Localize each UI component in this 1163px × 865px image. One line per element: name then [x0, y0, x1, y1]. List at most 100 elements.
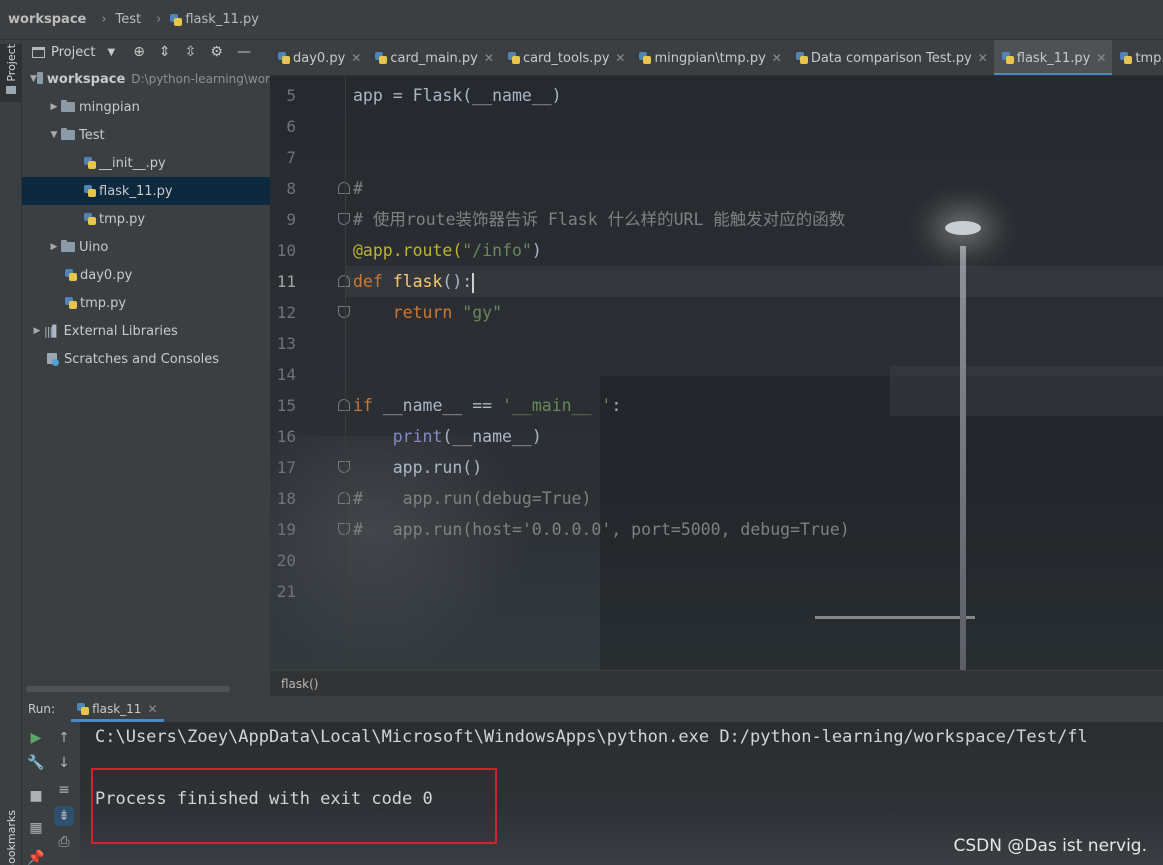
- minimize-icon[interactable]: —: [237, 44, 251, 60]
- print-icon[interactable]: ⎙: [54, 832, 74, 852]
- locate-icon[interactable]: ⊕: [133, 44, 145, 60]
- python-file-icon: [1120, 52, 1133, 64]
- tab-label: card_main.py: [390, 50, 478, 66]
- line-number: 16: [276, 427, 296, 446]
- collapse-all-icon[interactable]: ⇳: [185, 44, 197, 60]
- chevron-right-icon[interactable]: ▶: [30, 326, 44, 336]
- code-line-19[interactable]: # app.run(host='0.0.0.0', port=5000, deb…: [353, 514, 1163, 545]
- fold-marker-icon[interactable]: [338, 182, 350, 194]
- bookmarks-tool-label: Bookmarks: [4, 810, 18, 865]
- close-icon[interactable]: ✕: [484, 51, 494, 65]
- pin-icon[interactable]: 📌: [26, 848, 46, 865]
- tree-item-test[interactable]: ▼ Test: [22, 121, 270, 149]
- fold-marker-icon[interactable]: [338, 461, 350, 473]
- code-line-16[interactable]: print(__name__): [353, 421, 1163, 452]
- tree-item-day0[interactable]: day0.py: [22, 261, 270, 289]
- chevron-down-icon[interactable]: ▼: [47, 130, 61, 140]
- tab-day0[interactable]: day0.py ✕: [270, 40, 367, 75]
- tab-mingpian-tmp[interactable]: mingpian\tmp.py ✕: [631, 40, 787, 75]
- python-file-icon: [77, 703, 90, 715]
- tree-item-workspace[interactable]: ▼ workspace D:\python-learning\wor: [22, 65, 270, 93]
- fold-marker-icon[interactable]: [338, 306, 350, 318]
- expand-all-icon[interactable]: ⇕: [159, 44, 171, 60]
- code-builtin: print: [392, 427, 443, 446]
- tab-tmp[interactable]: tmp.py ✕: [1112, 40, 1163, 75]
- project-view-icon: [32, 46, 45, 58]
- tab-label: mingpian\tmp.py: [654, 50, 766, 66]
- rerun-icon[interactable]: ▶: [26, 728, 46, 748]
- close-icon[interactable]: ✕: [147, 702, 157, 716]
- soft-wrap-icon[interactable]: ≡: [54, 780, 74, 800]
- fold-marker-icon[interactable]: [338, 523, 350, 535]
- breadcrumb-workspace[interactable]: workspace: [0, 12, 86, 27]
- tree-item-flask-11[interactable]: flask_11.py: [22, 177, 270, 205]
- tab-card-main[interactable]: card_main.py ✕: [367, 40, 500, 75]
- bookmarks-tool-button[interactable]: Bookmarks: [0, 810, 22, 865]
- tree-item-mingpian[interactable]: ▶ mingpian: [22, 93, 270, 121]
- code-editor[interactable]: 5 6 7 8 9 10 11 12 13 14 15 16 17 18 19 …: [270, 76, 1163, 670]
- code-line-12[interactable]: return "gy": [353, 297, 1163, 328]
- project-panel-title[interactable]: Project: [51, 45, 95, 60]
- breadcrumb-file[interactable]: flask_11.py: [170, 12, 259, 27]
- arrow-up-icon[interactable]: ↑: [54, 728, 74, 748]
- fold-marker-icon[interactable]: [338, 399, 350, 411]
- code-line-9[interactable]: # 使用route装饰器告诉 Flask 什么样的URL 能触发对应的函数: [353, 204, 1163, 235]
- line-number: 14: [276, 365, 296, 384]
- wrench-icon[interactable]: 🔧: [26, 753, 46, 773]
- fold-marker-icon[interactable]: [338, 492, 350, 504]
- close-icon[interactable]: ✕: [978, 51, 988, 65]
- chevron-down-icon[interactable]: ▼: [107, 47, 115, 58]
- close-icon[interactable]: ✕: [772, 51, 782, 65]
- code-line-5[interactable]: app = Flask(__name__): [353, 80, 1163, 111]
- folder-icon: [6, 85, 16, 94]
- tab-label: card_tools.py: [522, 50, 610, 66]
- scroll-to-end-icon[interactable]: ⇟: [54, 806, 74, 826]
- breadcrumb-test[interactable]: Test: [116, 12, 142, 27]
- project-tool-button[interactable]: Project: [0, 44, 22, 102]
- chevron-down-icon[interactable]: ▼: [30, 74, 37, 84]
- close-icon[interactable]: ✕: [615, 51, 625, 65]
- run-console[interactable]: C:\Users\Zoey\AppData\Local\Microsoft\Wi…: [80, 722, 1163, 865]
- code-line-18[interactable]: # app.run(debug=True): [353, 483, 1163, 514]
- run-tab-flask-11[interactable]: flask_11 ✕: [71, 696, 164, 722]
- breadcrumb-file-label: flask_11.py: [185, 12, 259, 27]
- code-keyword: if: [353, 396, 383, 415]
- tree-item-external-libraries[interactable]: ▶ |||▌ External Libraries: [22, 317, 270, 345]
- python-file-icon: [84, 185, 96, 197]
- tree-item-test-tmp[interactable]: tmp.py: [22, 205, 270, 233]
- editor-breadcrumb[interactable]: flask(): [270, 670, 1163, 696]
- tree-item-init[interactable]: __init__.py: [22, 149, 270, 177]
- line-number: 5: [286, 86, 296, 105]
- highlight-annotation-box: [91, 768, 497, 844]
- tab-flask-11[interactable]: flask_11.py ✕: [993, 40, 1113, 75]
- stop-icon[interactable]: ■: [26, 786, 46, 806]
- layout-icon[interactable]: ▦: [26, 818, 46, 838]
- code-line-10[interactable]: @app.route("/info"): [353, 235, 1163, 266]
- breadcrumb-function[interactable]: flask(): [281, 677, 318, 691]
- arrow-down-icon[interactable]: ↓: [54, 753, 74, 773]
- close-icon[interactable]: ✕: [1096, 51, 1106, 65]
- python-file-icon: [65, 269, 77, 281]
- close-icon[interactable]: ✕: [351, 51, 361, 65]
- horizontal-scrollbar[interactable]: [26, 686, 230, 692]
- tree-item-uino[interactable]: ▶ Uino: [22, 233, 270, 261]
- tree-item-scratches[interactable]: Scratches and Consoles: [22, 345, 270, 373]
- tree-item-label: Uino: [79, 239, 109, 255]
- tree-item-label: Test: [79, 127, 105, 143]
- tree-item-label: workspace: [46, 71, 126, 87]
- fold-marker-icon[interactable]: [338, 213, 350, 225]
- chevron-right-icon[interactable]: ▶: [47, 242, 61, 252]
- line-number: 9: [286, 210, 296, 229]
- code-line-15[interactable]: if __name__ == '__main__ ':: [353, 390, 1163, 421]
- code-line-17[interactable]: app.run(): [353, 452, 1163, 483]
- code-line-11[interactable]: def flask():: [346, 266, 1163, 297]
- tree-item-tmp[interactable]: tmp.py: [22, 289, 270, 317]
- code-keyword: return: [353, 303, 463, 322]
- tab-card-tools[interactable]: card_tools.py ✕: [500, 40, 632, 75]
- code-line-8[interactable]: #: [353, 173, 1163, 204]
- gear-icon[interactable]: ⚙: [210, 44, 223, 60]
- tree-item-label: flask_11.py: [99, 183, 173, 199]
- chevron-right-icon[interactable]: ▶: [47, 102, 61, 112]
- tab-data-comparison[interactable]: Data comparison Test.py ✕: [788, 40, 994, 75]
